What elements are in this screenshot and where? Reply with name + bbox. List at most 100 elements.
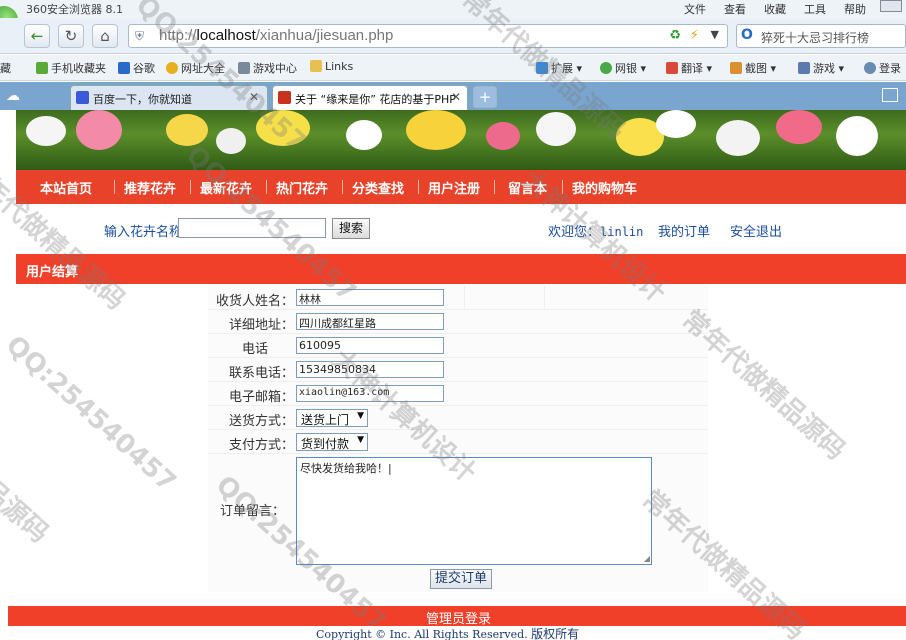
footer-bar: 管理员登录: [8, 606, 906, 627]
email-field[interactable]: xiaolin@163.com: [296, 385, 444, 402]
nav-category-search[interactable]: 分类查找: [352, 178, 404, 197]
username: linlin: [600, 225, 644, 239]
browser-menu: 文件 查看 收藏 工具 帮助: [684, 1, 866, 17]
nav-register[interactable]: 用户注册: [428, 178, 480, 197]
nav-popular[interactable]: 热门花卉: [276, 178, 328, 197]
google-icon: [118, 62, 130, 74]
back-arrow-icon[interactable]: ←: [24, 24, 50, 48]
form-row-email: 电子邮箱： xiaolin@163.com: [208, 382, 708, 406]
flower-search-input[interactable]: [178, 218, 326, 238]
close-icon[interactable]: ✕: [249, 90, 259, 104]
new-tab-button[interactable]: +: [473, 86, 497, 108]
message-label: 订单留言：: [220, 504, 286, 519]
menu-tools[interactable]: 工具: [804, 1, 826, 17]
favorite-item[interactable]: 谷歌: [118, 60, 155, 76]
checkout-section-header: 用户结算: [16, 254, 906, 284]
favorite-item[interactable]: 游戏中心: [238, 60, 297, 76]
search-suggestion[interactable]: 猝死十大忌习排行榜: [761, 29, 869, 46]
bank-icon: [600, 62, 612, 74]
address-url[interactable]: http://localhost/xianhua/jiesuan.php: [159, 27, 393, 44]
zip-label: 电话: [241, 342, 268, 357]
menu-help[interactable]: 帮助: [844, 1, 866, 17]
favorite-item[interactable]: 手机收藏夹: [36, 60, 106, 76]
menu-file[interactable]: 文件: [684, 1, 706, 17]
menu-view[interactable]: 查看: [724, 1, 746, 17]
scissors-icon: [730, 62, 742, 74]
game-icon: [798, 62, 810, 74]
favorite-item[interactable]: 网址大全: [166, 60, 225, 76]
toolbar-screenshot[interactable]: 截图 ▾: [730, 60, 776, 76]
address-label: 详细地址：: [228, 318, 294, 333]
toolbar-games[interactable]: 游戏 ▾: [798, 60, 844, 76]
nav-cart[interactable]: 我的购物车: [572, 178, 637, 197]
address-field[interactable]: 四川成都红星路: [296, 313, 444, 330]
browser-search-box[interactable]: O 猝死十大忌习排行榜: [736, 24, 906, 48]
form-row-payment: 支付方式： 货到付款 ▼: [208, 430, 708, 454]
favorite-item[interactable]: Links: [310, 60, 353, 73]
browser-navbar: ← ↻ ⌂ ⛨ http://localhost/xianhua/jiesuan…: [0, 18, 906, 54]
browser-app-title: 360安全浏览器 8.1: [26, 3, 123, 16]
window-minimize-button[interactable]: [880, 0, 902, 12]
phone-field[interactable]: 15349850834: [296, 361, 444, 378]
order-message-textarea[interactable]: 尽快发货给我哈！| ◢: [296, 457, 652, 565]
my-orders-link[interactable]: 我的订单: [658, 221, 710, 240]
user-icon: [864, 62, 876, 74]
toolbar-ebank[interactable]: 网银 ▾: [600, 60, 646, 76]
cloud-icon[interactable]: ☁: [6, 88, 20, 104]
form-row-zip: 电话 610095: [208, 334, 708, 358]
tab-flower-shop[interactable]: 关于 “缘来是你” 花店的基于PHP ✕: [272, 85, 468, 110]
submit-order-button[interactable]: 提交订单: [430, 569, 492, 589]
favorite-item[interactable]: 藏: [0, 60, 11, 76]
lightning-icon[interactable]: ⚡: [690, 28, 699, 43]
nav-separator: [342, 180, 343, 194]
site-search-row: 输入花卉名称 搜索 欢迎您：linlin 我的订单 安全退出: [16, 216, 906, 242]
browser-titlebar: 360安全浏览器 8.1 文件 查看 收藏 工具 帮助: [0, 0, 906, 18]
tab-title: 百度一下，你就知道: [93, 93, 192, 106]
flower-banner-image: [16, 110, 906, 170]
nav-separator: [418, 180, 419, 194]
tab-baidu[interactable]: 百度一下，你就知道 ✕: [70, 85, 268, 110]
phone-icon: [36, 62, 48, 74]
folder-icon: [310, 60, 322, 72]
nav-newest[interactable]: 最新花卉: [200, 178, 252, 197]
shipping-select[interactable]: 送货上门 ▼: [296, 409, 369, 427]
extension-icon: [536, 62, 548, 74]
logout-link[interactable]: 安全退出: [730, 221, 782, 240]
shipping-label: 送货方式：: [228, 414, 294, 429]
home-icon[interactable]: ⌂: [92, 24, 118, 48]
refresh-icon[interactable]: ↻: [58, 24, 84, 48]
nav-separator: [562, 180, 563, 194]
chevron-down-icon: ▼: [357, 411, 365, 421]
address-bar[interactable]: ⛨ http://localhost/xianhua/jiesuan.php ♻…: [128, 24, 728, 48]
nav-home[interactable]: 本站首页: [40, 178, 92, 197]
nav-separator: [114, 180, 115, 194]
nav-separator: [494, 180, 495, 194]
restore-window-icon[interactable]: [882, 88, 898, 102]
tab-title: 关于 “缘来是你” 花店的基于PHP: [295, 93, 456, 106]
search-button[interactable]: 搜索: [332, 218, 370, 239]
nav-recommended[interactable]: 推荐花卉: [124, 178, 176, 197]
payment-select[interactable]: 货到付款 ▼: [296, 433, 369, 451]
menu-favorites[interactable]: 收藏: [764, 1, 786, 17]
receiver-name-field[interactable]: 林林: [296, 289, 444, 306]
recycle-icon[interactable]: ♻: [669, 28, 681, 43]
email-label: 电子邮箱：: [228, 390, 294, 405]
close-icon[interactable]: ✕: [451, 90, 461, 104]
form-row-message: 订单留言： 尽快发货给我哈！| ◢: [208, 454, 708, 570]
search-icon[interactable]: O: [741, 27, 753, 43]
chevron-down-icon[interactable]: ▼: [711, 28, 719, 41]
site-favicon-icon: [278, 91, 291, 104]
toolbar-login[interactable]: 登录: [864, 60, 901, 76]
zip-field[interactable]: 610095: [296, 337, 444, 354]
section-title: 用户结算: [26, 265, 79, 280]
nav-separator: [190, 180, 191, 194]
toolbar-translate[interactable]: 翻译 ▾: [666, 60, 712, 76]
favorites-bar: 藏 手机收藏夹 谷歌 网址大全 游戏中心 Links 扩展 ▾ 网银 ▾ 翻译 …: [0, 55, 906, 81]
form-row-shipping: 送货方式： 送货上门 ▼: [208, 406, 708, 430]
name-label: 收货人姓名：: [215, 294, 294, 309]
resize-grip-icon[interactable]: ◢: [644, 554, 650, 563]
toolbar-extensions[interactable]: 扩展 ▾: [536, 60, 582, 76]
nav-guestbook[interactable]: 留言本: [508, 178, 547, 197]
phone-label: 联系电话：: [228, 366, 294, 381]
watermark-text: 品源码: [0, 474, 54, 549]
